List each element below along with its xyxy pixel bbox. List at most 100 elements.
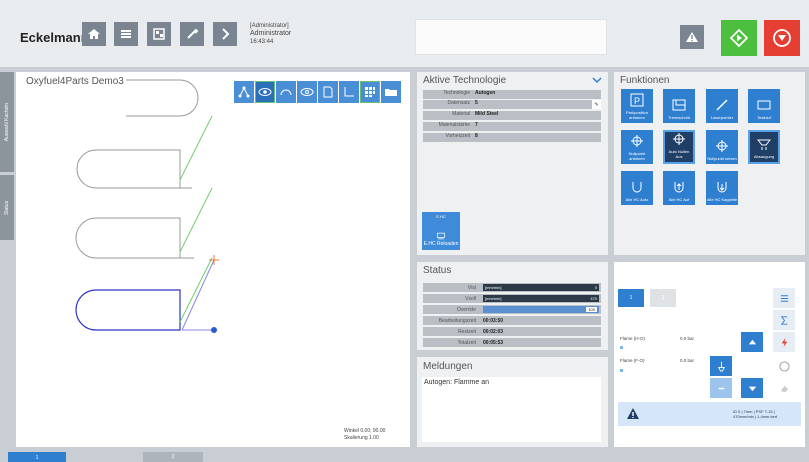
hc-up-button[interactable] [741,332,763,352]
tech-key: Vorheizzeit [445,133,470,139]
ignite-button[interactable] [773,332,795,352]
start-button[interactable] [721,20,757,56]
home-button[interactable] [82,22,106,46]
function-label: Absaugung [753,154,775,159]
stop-button[interactable] [764,20,800,56]
hc-cap-icon [717,182,727,193]
nodes-icon [238,86,250,98]
tool-eye-2[interactable] [297,81,317,103]
user-info: [Administrator] Administrator 16:43:44 [250,22,291,46]
tool-eye[interactable] [255,81,275,103]
page-tab-label: 1 [35,455,39,461]
eraser-button[interactable] [773,378,795,398]
ehc-label: E.HC Reloaden [423,241,459,247]
part-drawing [75,79,219,333]
status-key: Bearbeitungszeit [438,317,476,324]
part-view[interactable]: Oxyfuel4Parts Demo3 Winkel 0.00; 90.00 S… [16,72,410,447]
tech-key: Material [452,111,470,117]
functions-title: Funktionen [620,75,670,86]
function-button[interactable]: Testlauf [748,89,780,123]
override-bar: 100 [483,306,599,313]
vsoll-value: 470 [590,296,597,301]
edit-icon[interactable]: ✎ [592,100,601,109]
tool-folder[interactable] [381,81,401,103]
tech-key: Materialstärke [438,122,470,128]
hc-info-bar: ID 5 | 7mm | PSF 7-15 | 470mm/min | 1.4m… [618,402,801,426]
ehc-reload-button[interactable]: E.HC E.HC Reloaden [422,212,460,250]
view-info: Winkel 0.00; 90.00 Skalierung 1.00 [344,428,385,442]
tool-axes[interactable] [339,81,359,103]
function-button[interactable]: Alle HC Auf [663,171,695,205]
tool-nodes[interactable] [234,81,254,103]
flame2-label: Flame (F-O) [620,358,645,363]
page-tab-2[interactable]: 2 [143,452,203,462]
status-row-rest: Restzeit 00:02:03 [423,327,601,336]
function-button[interactable]: Laserpointer [706,89,738,123]
brand-logo: Eckelmann [20,30,89,45]
test-icon [757,100,771,110]
tool-arc[interactable] [276,81,296,103]
tools-button[interactable] [180,22,204,46]
function-label: Trennschnitt [668,115,690,120]
tech-row: Materialstärke 7 [423,122,601,131]
function-button[interactable]: Auto Nullen Aus [663,130,695,164]
lightning-icon [781,337,787,347]
tool-grid[interactable] [360,81,380,103]
tech-row: Material Mild Steel [423,111,601,120]
part-contour-1 [126,79,199,117]
tech-row: Technologie Autogen [423,90,601,99]
status-key: Override [456,306,476,313]
messages-list: Autogen: Flamme an [422,377,601,442]
next-button[interactable] [213,22,237,46]
hc-down-button[interactable] [741,378,763,398]
sum-button[interactable] [773,310,795,330]
on-button[interactable] [773,356,795,376]
layout-icon [153,28,165,40]
warning-icon [686,32,698,42]
part-contour-2 [76,149,181,189]
warning-button[interactable] [680,25,704,49]
status-title: Status [423,265,452,276]
ehc-top-label: E.HC [436,214,446,219]
user-role: [Administrator] [250,23,289,29]
list-button[interactable] [114,22,138,46]
chevron-down-icon[interactable] [592,76,602,84]
ehc-icon [437,232,445,240]
tech-row: Vorheizzeit 8 [423,133,601,142]
power-circle-icon [778,360,790,372]
function-button[interactable]: Alle HC Auto [621,171,653,205]
flame2-value: 0.0 bar [680,358,695,363]
tool-page[interactable] [318,81,338,103]
function-label: Auto Nullen Aus [668,149,690,159]
home-icon [88,29,100,39]
traverse-3 [179,257,213,323]
side-tab-tiles[interactable]: Auswahl Kacheln [0,72,14,172]
user-name: Administrator [250,30,292,37]
stop-icon [773,29,791,47]
hc-tab-2[interactable]: 1 [650,289,676,307]
warning-icon [627,408,639,419]
function-button[interactable]: Trennschnitt [663,89,695,123]
hc-minus-button[interactable] [710,378,732,398]
torch-button[interactable] [710,356,732,376]
chevron-right-icon [222,28,230,40]
function-button[interactable]: Alle HC Kappelle [706,171,738,205]
page-tab-1[interactable]: 1 [8,452,66,462]
side-tab-status[interactable]: Status [0,175,14,240]
grid-icon [365,87,375,97]
status-key: Vist [467,284,476,291]
function-label: Nullpunkt setzen [707,156,737,161]
function-button[interactable]: P Parkposition anfahren [621,89,653,123]
function-button[interactable]: Nullpunkt anfahren [621,130,653,164]
hc-tab-1[interactable]: 1 [618,289,644,307]
tech-row[interactable]: Datensatz 5 ✎ [423,100,601,109]
side-tab-tiles-label: Auswahl Kacheln [4,102,11,142]
menu-button[interactable] [773,288,795,308]
status-row-vsoll: Vsoll [mm/min] 470 [423,294,601,303]
function-label: Laserpointer [710,115,734,120]
function-button[interactable]: Absaugung [748,130,780,164]
torch-position [211,327,217,333]
sigma-icon [780,315,787,325]
layout-button[interactable] [147,22,171,46]
function-button[interactable]: Nullpunkt setzen [706,130,738,164]
